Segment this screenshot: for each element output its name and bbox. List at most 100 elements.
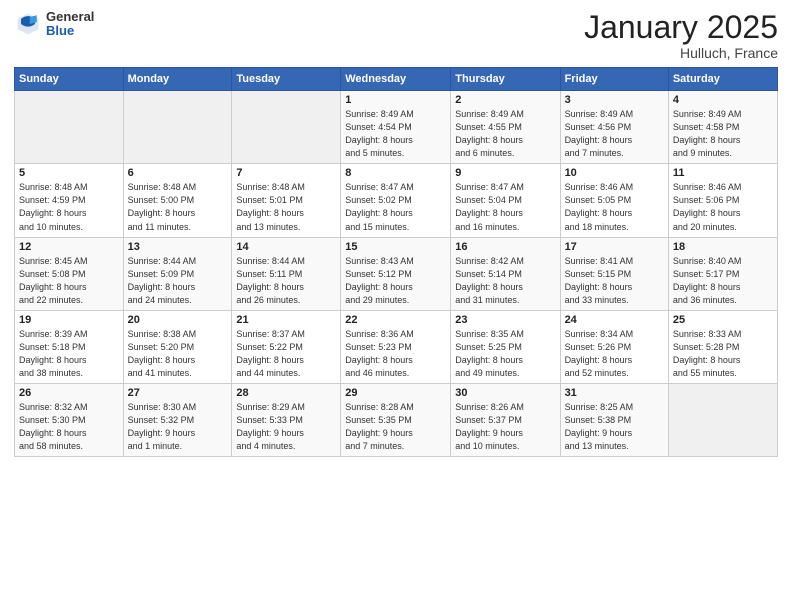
day-number: 19 [19,314,119,326]
day-cell [232,91,341,164]
day-info: Sunrise: 8:25 AMSunset: 5:38 PMDaylight:… [565,401,664,453]
day-info: Sunrise: 8:28 AMSunset: 5:35 PMDaylight:… [345,401,446,453]
day-number: 18 [673,241,773,253]
day-number: 22 [345,314,446,326]
week-row-4: 19 Sunrise: 8:39 AMSunset: 5:18 PMDayligh… [15,310,778,383]
day-number: 4 [673,94,773,106]
day-cell: 3Sunrise: 8:49 AMSunset: 4:56 PMDaylight… [560,91,668,164]
day-info: Sunrise: 8:38 AMSunset: 5:20 PMDaylight:… [128,328,228,380]
day-info: Sunrise: 8:41 AMSunset: 5:15 PMDaylight:… [565,255,664,307]
col-wednesday: Wednesday [341,68,451,91]
day-number: 16 [455,241,555,253]
week-row-1: 1Sunrise: 8:49 AMSunset: 4:54 PMDaylight… [15,91,778,164]
day-cell: 5 Sunrise: 8:48 AMSunset: 4:59 PMDaylight… [15,164,124,237]
col-saturday: Saturday [668,68,777,91]
day-number: 13 [128,241,228,253]
day-info: Sunrise: 8:33 AMSunset: 5:28 PMDaylight:… [673,328,773,380]
day-cell: 24Sunrise: 8:34 AMSunset: 5:26 PMDayligh… [560,310,668,383]
month-title: January 2025 [584,10,778,45]
day-info: Sunrise: 8:45 AMSunset: 5:08 PMDaylight:… [19,255,119,307]
day-info: Sunrise: 8:32 AMSunset: 5:30 PMDaylight:… [19,401,119,453]
day-info: Sunrise: 8:39 AMSunset: 5:18 PMDaylight:… [19,328,119,380]
logo-blue: Blue [46,24,94,38]
day-number: 21 [236,314,336,326]
day-number: 30 [455,387,555,399]
day-cell [668,383,777,456]
week-row-3: 12 Sunrise: 8:45 AMSunset: 5:08 PMDayligh… [15,237,778,310]
day-cell: 7 Sunrise: 8:48 AMSunset: 5:01 PMDaylight… [232,164,341,237]
day-number: 6 [128,167,228,179]
day-number: 31 [565,387,664,399]
day-info: Sunrise: 8:48 AMSunset: 5:00 PMDaylight:… [128,181,228,233]
day-cell [15,91,124,164]
day-cell: 1Sunrise: 8:49 AMSunset: 4:54 PMDaylight… [341,91,451,164]
day-cell: 20 Sunrise: 8:38 AMSunset: 5:20 PMDayligh… [123,310,232,383]
day-number: 10 [565,167,664,179]
day-cell: 4 Sunrise: 8:49 AMSunset: 4:58 PMDaylight… [668,91,777,164]
day-number: 26 [19,387,119,399]
day-number: 20 [128,314,228,326]
day-info: Sunrise: 8:29 AMSunset: 5:33 PMDaylight:… [236,401,336,453]
day-cell: 31 Sunrise: 8:25 AMSunset: 5:38 PMDayligh… [560,383,668,456]
day-number: 15 [345,241,446,253]
day-cell: 15Sunrise: 8:43 AMSunset: 5:12 PMDayligh… [341,237,451,310]
day-cell: 29 Sunrise: 8:28 AMSunset: 5:35 PMDayligh… [341,383,451,456]
day-cell: 14Sunrise: 8:44 AMSunset: 5:11 PMDayligh… [232,237,341,310]
col-monday: Monday [123,68,232,91]
day-info: Sunrise: 8:42 AMSunset: 5:14 PMDaylight:… [455,255,555,307]
week-row-2: 5 Sunrise: 8:48 AMSunset: 4:59 PMDaylight… [15,164,778,237]
day-cell: 23 Sunrise: 8:35 AMSunset: 5:25 PMDayligh… [451,310,560,383]
day-info: Sunrise: 8:48 AMSunset: 4:59 PMDaylight:… [19,181,119,233]
day-number: 11 [673,167,773,179]
day-number: 23 [455,314,555,326]
day-number: 9 [455,167,555,179]
day-number: 5 [19,167,119,179]
day-info: Sunrise: 8:26 AMSunset: 5:37 PMDaylight:… [455,401,555,453]
day-info: Sunrise: 8:37 AMSunset: 5:22 PMDaylight:… [236,328,336,380]
day-number: 28 [236,387,336,399]
logo-icon [14,10,42,38]
week-row-5: 26 Sunrise: 8:32 AMSunset: 5:30 PMDayligh… [15,383,778,456]
day-info: Sunrise: 8:36 AMSunset: 5:23 PMDaylight:… [345,328,446,380]
day-cell [123,91,232,164]
day-number: 27 [128,387,228,399]
day-info: Sunrise: 8:49 AMSunset: 4:58 PMDaylight:… [673,108,773,160]
col-sunday: Sunday [15,68,124,91]
day-info: Sunrise: 8:49 AMSunset: 4:54 PMDaylight:… [345,108,446,160]
day-info: Sunrise: 8:46 AMSunset: 5:05 PMDaylight:… [565,181,664,233]
day-info: Sunrise: 8:44 AMSunset: 5:11 PMDaylight:… [236,255,336,307]
day-cell: 6 Sunrise: 8:48 AMSunset: 5:00 PMDaylight… [123,164,232,237]
day-info: Sunrise: 8:47 AMSunset: 5:02 PMDaylight:… [345,181,446,233]
day-info: Sunrise: 8:35 AMSunset: 5:25 PMDaylight:… [455,328,555,380]
calendar-header: Sunday Monday Tuesday Wednesday Thursday… [15,68,778,91]
logo-general: General [46,10,94,24]
col-thursday: Thursday [451,68,560,91]
day-cell: 27 Sunrise: 8:30 AMSunset: 5:32 PMDayligh… [123,383,232,456]
day-cell: 19 Sunrise: 8:39 AMSunset: 5:18 PMDayligh… [15,310,124,383]
day-cell: 18 Sunrise: 8:40 AMSunset: 5:17 PMDayligh… [668,237,777,310]
day-number: 12 [19,241,119,253]
day-info: Sunrise: 8:34 AMSunset: 5:26 PMDaylight:… [565,328,664,380]
calendar: Sunday Monday Tuesday Wednesday Thursday… [14,67,778,457]
day-cell: 16 Sunrise: 8:42 AMSunset: 5:14 PMDayligh… [451,237,560,310]
title-block: January 2025 Hulluch, France [584,10,778,61]
day-number: 8 [345,167,446,179]
location: Hulluch, France [584,45,778,61]
day-cell: 25Sunrise: 8:33 AMSunset: 5:28 PMDayligh… [668,310,777,383]
day-number: 3 [565,94,664,106]
page: General Blue January 2025 Hulluch, Franc… [0,0,792,612]
day-info: Sunrise: 8:30 AMSunset: 5:32 PMDaylight:… [128,401,228,453]
day-info: Sunrise: 8:40 AMSunset: 5:17 PMDaylight:… [673,255,773,307]
day-number: 29 [345,387,446,399]
day-info: Sunrise: 8:48 AMSunset: 5:01 PMDaylight:… [236,181,336,233]
day-cell: 8 Sunrise: 8:47 AMSunset: 5:02 PMDaylight… [341,164,451,237]
calendar-body: 1Sunrise: 8:49 AMSunset: 4:54 PMDaylight… [15,91,778,457]
day-cell: 21 Sunrise: 8:37 AMSunset: 5:22 PMDayligh… [232,310,341,383]
day-cell: 28 Sunrise: 8:29 AMSunset: 5:33 PMDayligh… [232,383,341,456]
day-cell: 22 Sunrise: 8:36 AMSunset: 5:23 PMDayligh… [341,310,451,383]
day-cell: 30 Sunrise: 8:26 AMSunset: 5:37 PMDayligh… [451,383,560,456]
header-row: Sunday Monday Tuesday Wednesday Thursday… [15,68,778,91]
day-cell: 10 Sunrise: 8:46 AMSunset: 5:05 PMDayligh… [560,164,668,237]
day-number: 7 [236,167,336,179]
day-cell: 13Sunrise: 8:44 AMSunset: 5:09 PMDayligh… [123,237,232,310]
